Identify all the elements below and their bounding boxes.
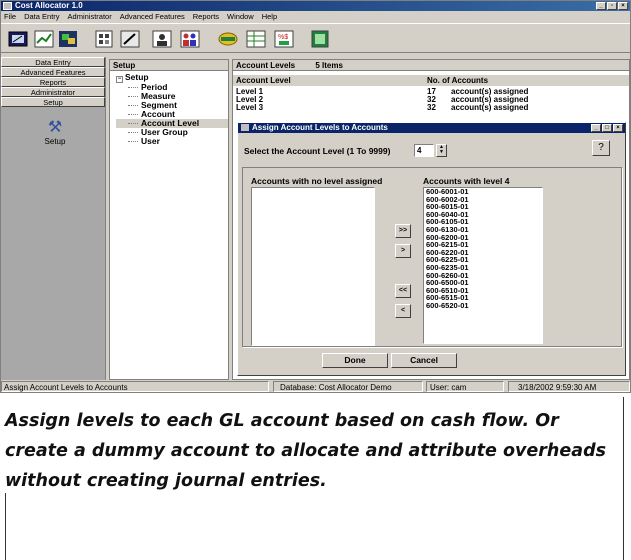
menu-advanced-features[interactable]: Advanced Features [120,11,185,22]
dialog-close-button[interactable]: × [613,124,623,132]
chart-icon[interactable] [31,27,57,51]
level-name: Level 3 [236,103,264,112]
setup-tools-icon: ⚒ [47,119,63,136]
data-entry-icon[interactable] [5,27,31,51]
move-right-button[interactable]: > [395,244,411,258]
level-select-label: Select the Account Level (1 To 9999) [244,146,391,156]
nav-administrator[interactable]: Administrator [1,87,105,97]
dialog-title: Assign Account Levels to Accounts [252,123,388,132]
status-database: Database: Cost Allocator Demo [273,381,423,392]
caption-text: Assign levels to each GL account based o… [5,411,607,491]
nav-reports[interactable]: Reports [1,77,105,87]
menu-window[interactable]: Window [227,11,254,22]
level-spinner[interactable]: ▲ ▼ [436,144,447,157]
done-button[interactable]: Done [322,353,388,368]
level-count-text: account(s) assigned [451,103,529,112]
window-icon[interactable] [55,27,81,51]
edit-icon[interactable] [117,27,143,51]
grid-icon[interactable] [91,27,117,51]
move-left-button[interactable]: < [395,304,411,318]
setup-tree-panel: Setup − Setup Period Measure Segment Acco… [109,59,229,380]
restore-button[interactable]: ▫ [607,2,617,10]
status-datetime: 3/18/2002 9:59:30 AM [508,381,630,392]
col-no-of-accounts[interactable]: No. of Accounts [427,75,488,86]
move-all-right-button[interactable]: >> [395,224,411,238]
allocate-icon[interactable]: %$ [271,27,297,51]
col-account-level[interactable]: Account Level [236,75,291,86]
account-levels-count: 5 Items [315,61,343,70]
assigned-accounts-list[interactable]: 600-6001-01 600-6002-01 600-6015-01 600-… [423,187,543,344]
nav-data-entry[interactable]: Data Entry [1,57,105,67]
close-button[interactable]: × [618,2,628,10]
minimize-button[interactable]: _ [596,2,606,10]
dialog-title-bar: Assign Account Levels to Accounts _ □ × [238,123,625,133]
dialog-icon [241,124,249,131]
table-icon[interactable] [243,27,269,51]
menu-data-entry[interactable]: Data Entry [24,11,59,22]
tree-item-user-group[interactable]: User Group [116,128,228,137]
unassigned-accounts-list[interactable] [251,187,375,346]
setup-tree: − Setup Period Measure Segment Account Ac… [110,71,228,146]
assign-levels-dialog: Assign Account Levels to Accounts _ □ × … [237,122,626,376]
left-navigation: Data Entry Advanced Features Reports Adm… [1,57,106,380]
tree-item-user[interactable]: User [116,137,228,146]
menu-file[interactable]: File [4,11,16,22]
help-icon[interactable]: ? [592,140,610,156]
account-levels-header: Account Levels 5 Items [233,60,629,71]
status-bar: Assign Account Levels to Accounts Databa… [1,381,630,393]
tree-root-label: Setup [125,72,149,82]
window-title: Cost Allocator 1.0 [15,1,83,10]
level-count: 32 [427,103,436,112]
toolbar: %$ [1,23,630,53]
user-icon[interactable] [149,27,175,51]
move-all-left-button[interactable]: << [395,284,411,298]
levels-column-header: Account Level No. of Accounts [233,75,629,86]
status-action: Assign Account Levels to Accounts [1,381,269,392]
assigned-list-label: Accounts with level 4 [423,176,510,186]
assignment-group: Accounts with no level assigned Accounts… [242,167,622,347]
dialog-maximize-button[interactable]: □ [602,124,612,132]
menu-help[interactable]: Help [262,11,277,22]
money-icon[interactable] [215,27,241,51]
list-item[interactable]: 600-6520-01 [424,302,542,310]
svg-text:%$: %$ [278,34,288,41]
tree-panel-header: Setup [110,60,228,71]
menu-administrator[interactable]: Administrator [68,11,112,22]
people-icon[interactable] [177,27,203,51]
status-user: User: cam [426,381,504,392]
nav-setup-shortcut-label: Setup [44,137,66,146]
title-bar: Cost Allocator 1.0 _ ▫ × [1,1,630,11]
dialog-minimize-button[interactable]: _ [591,124,601,132]
report-icon[interactable] [307,27,333,51]
unassigned-list-label: Accounts with no level assigned [251,176,383,186]
level-input[interactable]: 4 [414,144,434,157]
window-controls: _ ▫ × [596,2,628,10]
nav-setup-shortcut[interactable]: ⚒ Setup [5,117,105,146]
table-row[interactable]: Level 3 32 account(s) assigned [233,103,629,112]
tree-root[interactable]: − Setup [116,73,228,83]
dialog-window-controls: _ □ × [591,124,623,132]
menu-reports[interactable]: Reports [193,11,219,22]
cancel-button[interactable]: Cancel [391,353,457,368]
account-levels-title: Account Levels [236,61,296,70]
caption-left-border [5,493,6,560]
app-icon [3,2,12,10]
tree-collapse-icon[interactable]: − [116,76,123,83]
nav-setup[interactable]: Setup [1,97,105,107]
caption-right-border [623,397,624,560]
app-window: Cost Allocator 1.0 _ ▫ × File Data Entry… [0,0,631,393]
menu-bar: File Data Entry Administrator Advanced F… [1,11,630,22]
nav-advanced-features[interactable]: Advanced Features [1,67,105,77]
